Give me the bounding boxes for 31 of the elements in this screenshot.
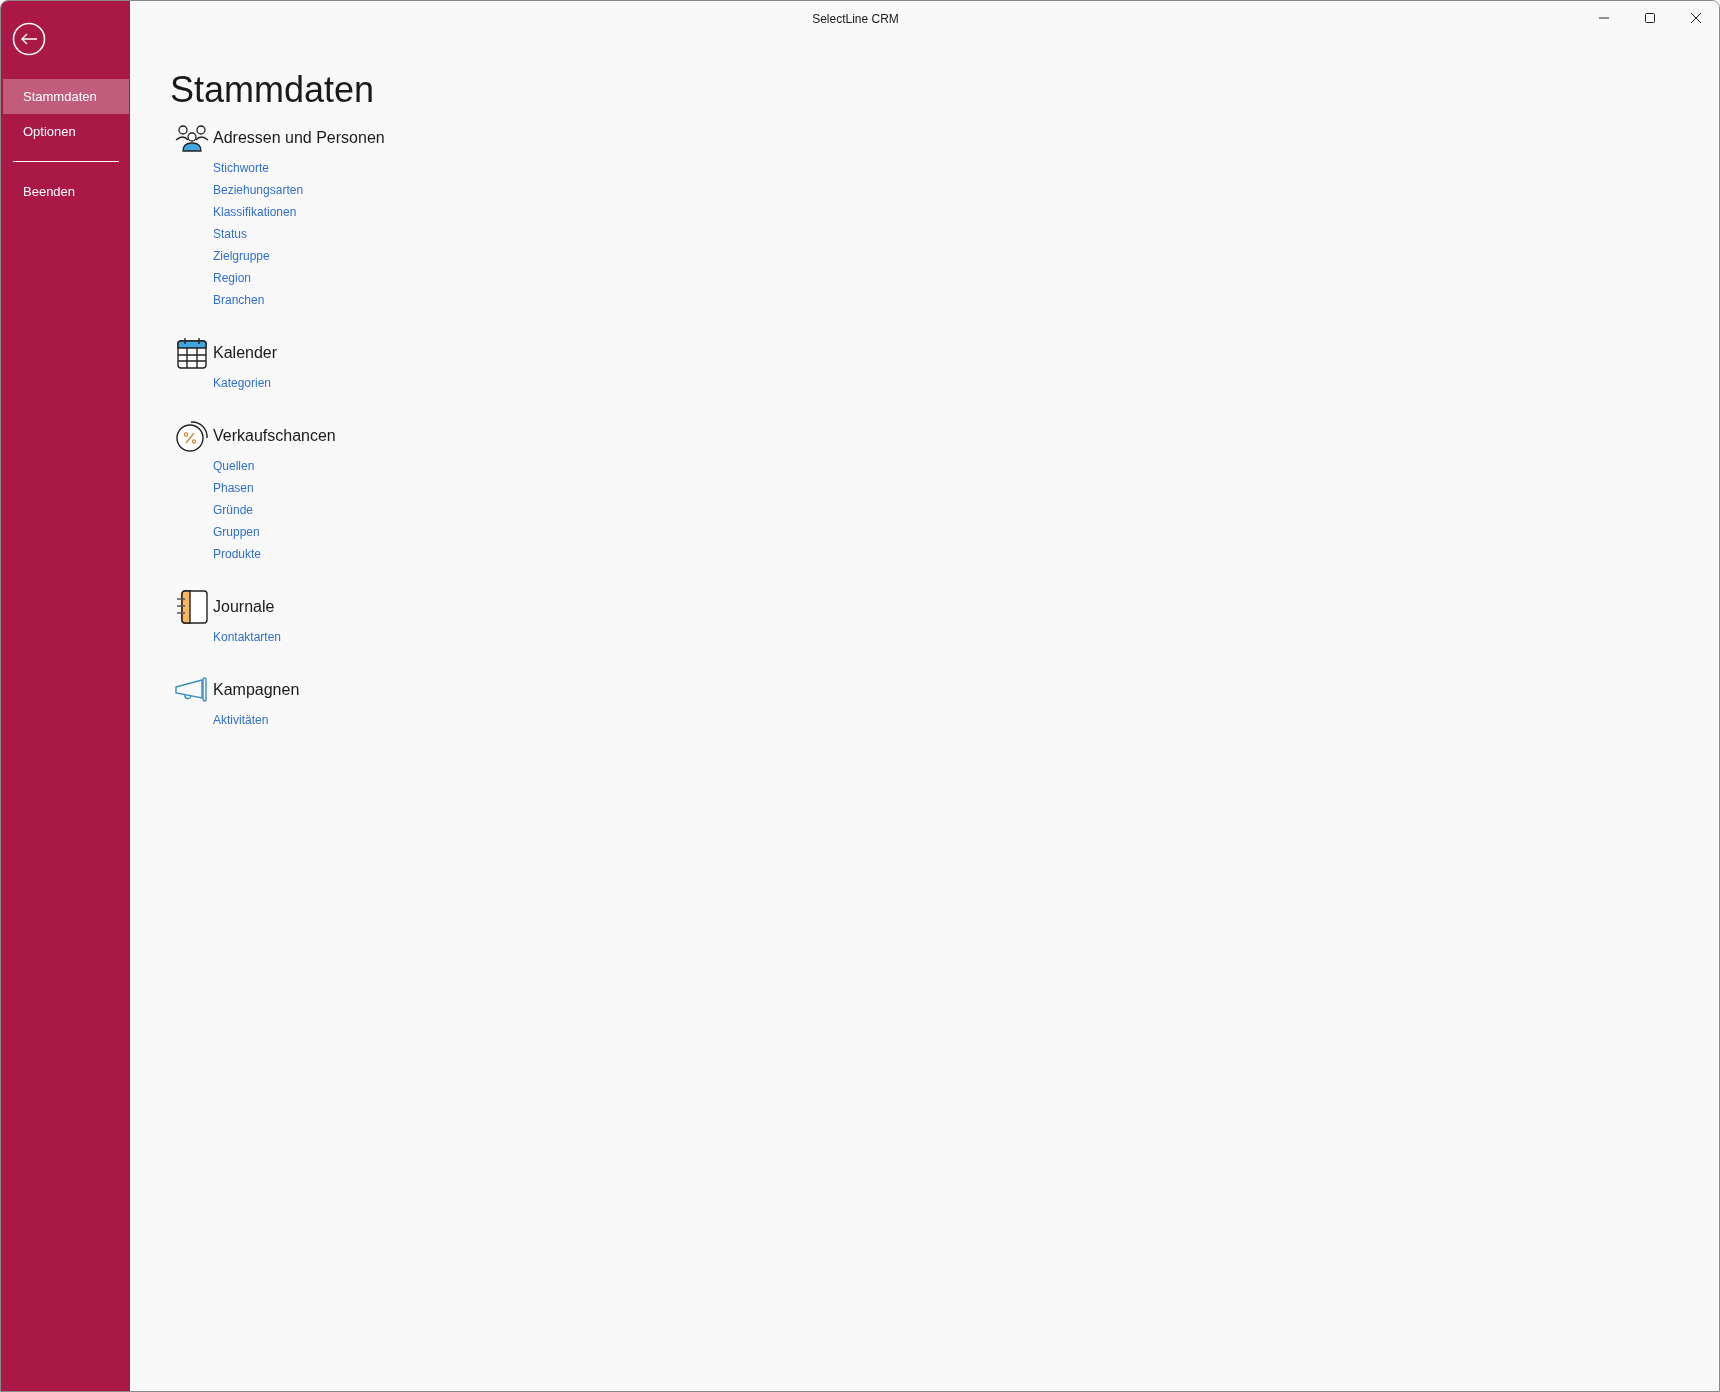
link[interactable]: Kontaktarten: [213, 626, 282, 648]
page-title: Stammdaten: [170, 69, 375, 111]
section-title: Kalender: [213, 343, 279, 363]
link[interactable]: Phasen: [213, 477, 254, 499]
link[interactable]: Branchen: [213, 289, 265, 311]
back-button[interactable]: [12, 22, 46, 56]
link[interactable]: Beziehungsarten: [213, 179, 304, 201]
section-title: Adressen und Personen: [213, 128, 385, 148]
link[interactable]: Status: [213, 223, 248, 245]
link[interactable]: Stichworte: [213, 157, 270, 179]
sidebar-item[interactable]: Beenden: [3, 174, 129, 209]
section-title: Journale: [213, 597, 276, 617]
link[interactable]: Gründe: [213, 499, 254, 521]
section-title: Kampagnen: [213, 680, 301, 700]
link[interactable]: Klassifikationen: [213, 201, 297, 223]
window-title: SelectLine CRM: [812, 12, 899, 26]
link[interactable]: Aktivitäten: [213, 709, 269, 731]
calendar-icon: [176, 337, 207, 369]
link[interactable]: Gruppen: [213, 521, 260, 543]
notebook-icon: [175, 590, 208, 624]
section-title: Verkaufschancen: [213, 426, 337, 446]
megaphone-icon: [174, 677, 209, 703]
sidebar-item[interactable]: Optionen: [3, 114, 129, 149]
link[interactable]: Quellen: [213, 455, 255, 477]
people-icon: [174, 124, 209, 152]
sidebar-item[interactable]: Stammdaten: [3, 79, 129, 114]
link[interactable]: Kategorien: [213, 372, 272, 394]
link[interactable]: Region: [213, 267, 252, 289]
link[interactable]: Produkte: [213, 543, 262, 565]
link[interactable]: Zielgruppe: [213, 245, 270, 267]
percent-coin-icon: [174, 419, 209, 453]
